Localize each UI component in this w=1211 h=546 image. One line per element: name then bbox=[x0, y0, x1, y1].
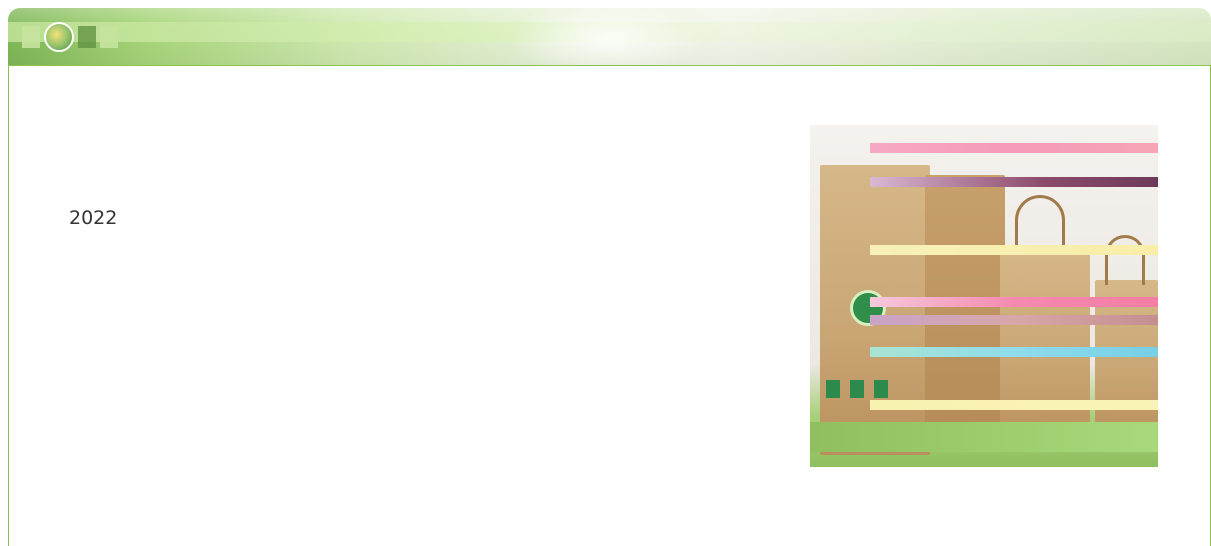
banner-glow bbox=[508, 8, 708, 65]
bag-handle bbox=[1015, 195, 1065, 250]
print-square bbox=[826, 380, 840, 398]
bag-print-squares bbox=[826, 380, 888, 398]
product-photo bbox=[810, 125, 1158, 467]
print-square bbox=[850, 380, 864, 398]
company-logo-icon[interactable] bbox=[22, 14, 162, 60]
logo-mark bbox=[44, 22, 74, 52]
year-text: 2022 bbox=[69, 207, 118, 229]
image-artifact-band bbox=[870, 315, 1158, 325]
image-artifact-band bbox=[870, 177, 1158, 187]
logo-block bbox=[22, 26, 40, 48]
image-artifact-band bbox=[870, 347, 1158, 357]
image-artifact-band bbox=[870, 400, 1158, 410]
logo-block bbox=[78, 26, 96, 48]
print-square bbox=[874, 380, 888, 398]
page: 2022 bbox=[0, 0, 1211, 546]
header-banner bbox=[8, 8, 1211, 65]
image-artifact-band bbox=[870, 297, 1158, 307]
paper-bag-medium bbox=[1000, 245, 1090, 445]
grass-strip bbox=[810, 422, 1158, 452]
image-artifact-band bbox=[870, 245, 1158, 255]
image-artifact-band bbox=[870, 143, 1158, 153]
bag-handle bbox=[1105, 235, 1145, 285]
logo-block bbox=[100, 26, 118, 48]
